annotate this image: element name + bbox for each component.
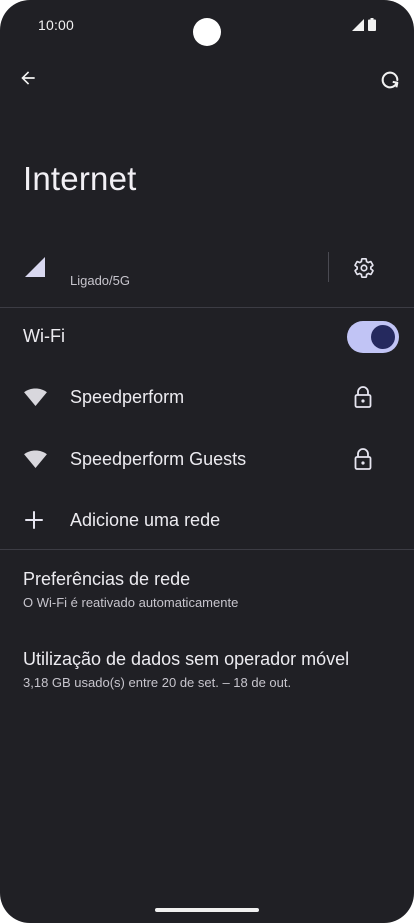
wifi-icon	[24, 450, 47, 469]
network-name: Speedperform	[70, 387, 185, 407]
camera-cutout	[193, 18, 221, 46]
preference-title: Utilização de dados sem operador móvel	[23, 649, 350, 669]
status-bar: 10:00	[0, 0, 414, 50]
mobile-settings-button[interactable]	[350, 254, 378, 282]
divider	[0, 549, 414, 550]
battery-icon	[368, 18, 376, 31]
back-button[interactable]	[12, 62, 44, 94]
vertical-divider	[328, 252, 329, 282]
mobile-signal-icon	[25, 257, 45, 277]
preference-title: Preferências de rede	[23, 569, 191, 589]
network-preferences-item[interactable]: Preferências de rede O Wi-Fi é reativado…	[23, 569, 238, 610]
cellular-signal-icon	[352, 18, 364, 31]
plus-icon	[25, 511, 43, 529]
non-carrier-data-usage-item[interactable]: Utilização de dados sem operador móvel 3…	[23, 649, 349, 690]
home-indicator[interactable]	[155, 908, 259, 912]
mobile-status: Ligado/5G	[70, 273, 130, 288]
wifi-label: Wi-Fi	[23, 326, 65, 346]
preference-subtitle: O Wi-Fi é reativado automaticamente	[23, 595, 239, 610]
wifi-toggle[interactable]	[347, 321, 399, 353]
wifi-icon	[24, 388, 47, 407]
toggle-knob	[371, 325, 395, 349]
lock-icon	[354, 448, 372, 470]
phone-screen: 10:00 Internet Ligado/5G Wi-Fi Speedperf…	[0, 0, 414, 923]
add-network-label: Adicione uma rede	[70, 510, 221, 530]
preference-subtitle: 3,18 GB usado(s) entre 20 de set. – 18 d…	[23, 675, 292, 690]
help-refresh-icon	[381, 71, 399, 89]
lock-icon	[354, 386, 372, 408]
page-title: Internet	[23, 160, 137, 197]
status-time: 10:00	[38, 17, 75, 33]
network-name: Speedperform Guests	[70, 449, 247, 469]
help-button[interactable]	[374, 64, 406, 96]
divider	[0, 307, 414, 308]
status-icons	[352, 18, 376, 31]
arrow-back-icon	[21, 71, 35, 85]
network-item[interactable]	[0, 370, 414, 426]
gear-icon	[354, 258, 374, 279]
